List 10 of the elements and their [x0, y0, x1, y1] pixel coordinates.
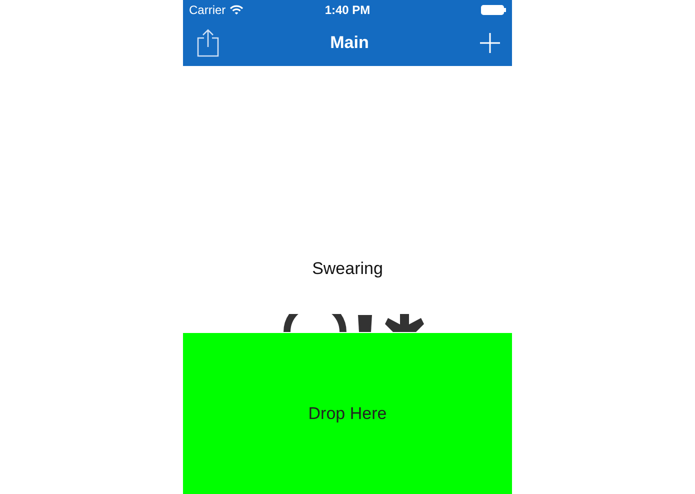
wifi-icon: [230, 5, 243, 15]
status-time: 1:40 PM: [324, 3, 370, 17]
add-button[interactable]: [480, 33, 500, 53]
drop-zone[interactable]: Drop Here: [183, 333, 512, 494]
drop-label: Drop Here: [308, 404, 387, 424]
battery-icon: [481, 5, 506, 15]
carrier-name: Carrier: [189, 3, 226, 17]
share-button[interactable]: [197, 29, 219, 57]
nav-title: Main: [330, 33, 369, 53]
category-label: Swearing: [312, 259, 383, 279]
